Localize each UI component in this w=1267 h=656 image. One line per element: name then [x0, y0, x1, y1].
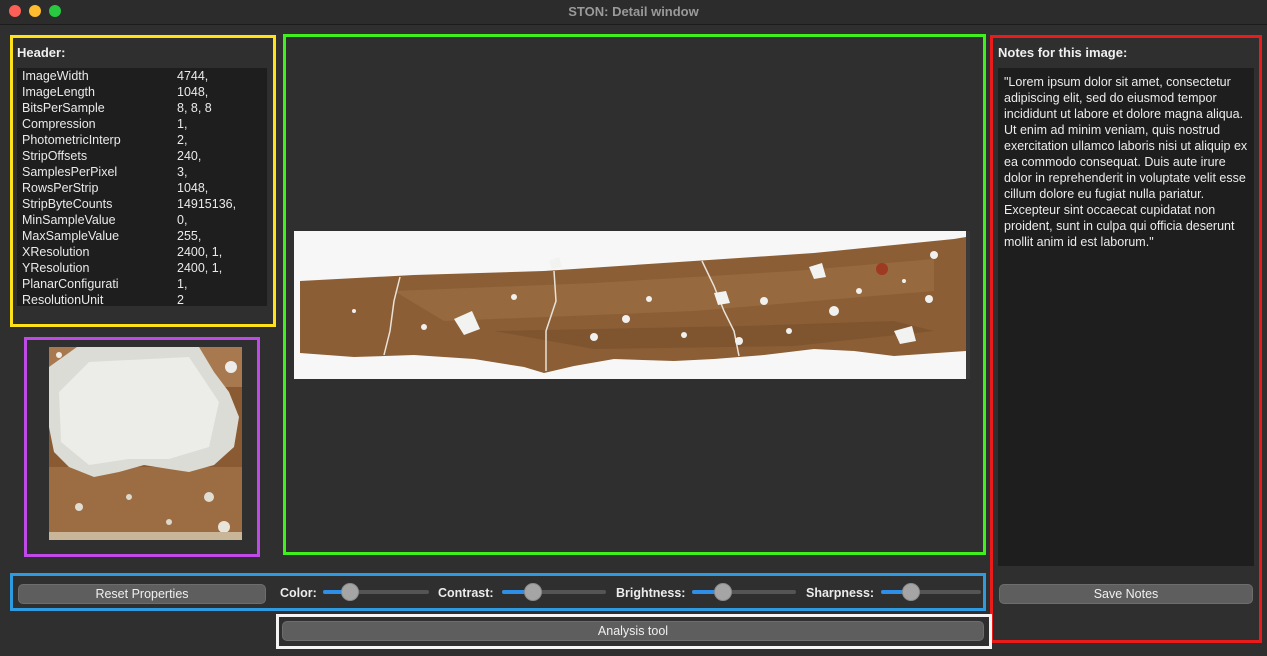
header-value: 2400, 1,: [177, 261, 223, 275]
header-value: 240,: [177, 149, 202, 163]
header-key: StripByteCounts: [22, 197, 113, 211]
header-metadata-list[interactable]: ImageWidth 4744, ImageLength 1048, BitsPer…: [17, 68, 267, 306]
header-value: 1048,: [177, 85, 209, 99]
header-value: 0,: [177, 213, 188, 227]
header-value: 1048,: [177, 181, 209, 195]
header-key: MaxSampleValue: [22, 229, 120, 243]
header-row: Compression 1,: [17, 116, 267, 132]
contrast-slider[interactable]: [502, 583, 606, 601]
header-row: PlanarConfigurati 1,: [17, 276, 267, 292]
sharpness-slider[interactable]: [881, 583, 981, 601]
header-row: PhotometricInterp 2,: [17, 132, 267, 148]
header-key: ResolutionUnit: [22, 293, 104, 306]
header-row: XResolution 2400, 1,: [17, 244, 267, 260]
header-value: 2400, 1,: [177, 245, 223, 259]
header-row: SamplesPerPixel 3,: [17, 164, 267, 180]
window-title: STON: Detail window: [568, 4, 699, 19]
header-key: SamplesPerPixel: [22, 165, 118, 179]
header-value: 2,: [177, 133, 188, 147]
header-key: YResolution: [22, 261, 90, 275]
header-row: RowsPerStrip 1048,: [17, 180, 267, 196]
header-value: 8, 8, 8: [177, 101, 212, 115]
header-key: ImageLength: [22, 85, 95, 99]
header-key: PlanarConfigurati: [22, 277, 119, 291]
notes-label: Notes for this image:: [998, 45, 1128, 60]
header-key: StripOffsets: [22, 149, 88, 163]
header-row: StripByteCounts 14915136,: [17, 196, 267, 212]
reset-properties-button[interactable]: Reset Properties: [18, 584, 266, 604]
header-value: 1,: [177, 117, 188, 131]
header-value: 1,: [177, 277, 188, 291]
header-key: MinSampleValue: [22, 213, 116, 227]
header-row: ImageLength 1048,: [17, 84, 267, 100]
header-row: MinSampleValue 0,: [17, 212, 267, 228]
brightness-slider[interactable]: [692, 583, 796, 601]
header-value: 2: [177, 293, 184, 306]
header-value: 14915136,: [177, 197, 237, 211]
main-thin-section-image: [294, 231, 970, 379]
header-key: XResolution: [22, 245, 90, 259]
notes-textarea[interactable]: "Lorem ipsum dolor sit amet, consectetur…: [998, 68, 1254, 566]
header-value: 4744,: [177, 69, 209, 83]
header-value: 3,: [177, 165, 188, 179]
title-bar: STON: Detail window: [0, 0, 1267, 25]
header-row: YResolution 2400, 1,: [17, 260, 267, 276]
header-row: ImageWidth 4744,: [17, 68, 267, 84]
sharpness-slider-label: Sharpness:: [806, 586, 875, 600]
color-slider-knob[interactable]: [340, 583, 359, 601]
contrast-slider-knob[interactable]: [523, 583, 542, 601]
save-notes-button[interactable]: Save Notes: [999, 584, 1253, 604]
color-slider[interactable]: [323, 583, 429, 601]
header-key: RowsPerStrip: [22, 181, 99, 195]
contrast-slider-label: Contrast:: [438, 586, 494, 600]
header-row: ResolutionUnit 2: [17, 292, 267, 306]
header-row: StripOffsets 240,: [17, 148, 267, 164]
header-label: Header:: [17, 45, 66, 60]
color-slider-label: Color:: [280, 586, 317, 600]
header-key: Compression: [22, 117, 96, 131]
header-value: 255,: [177, 229, 202, 243]
sharpness-slider-knob[interactable]: [901, 583, 920, 601]
header-key: BitsPerSample: [22, 101, 105, 115]
header-row: MaxSampleValue 255,: [17, 228, 267, 244]
brightness-slider-knob[interactable]: [713, 583, 732, 601]
header-row: BitsPerSample 8, 8, 8: [17, 100, 267, 116]
header-key: PhotometricInterp: [22, 133, 121, 147]
header-key: ImageWidth: [22, 69, 89, 83]
zoom-thumbnail: [49, 347, 242, 540]
brightness-slider-label: Brightness:: [616, 586, 686, 600]
analysis-tool-button[interactable]: Analysis tool: [282, 621, 984, 641]
